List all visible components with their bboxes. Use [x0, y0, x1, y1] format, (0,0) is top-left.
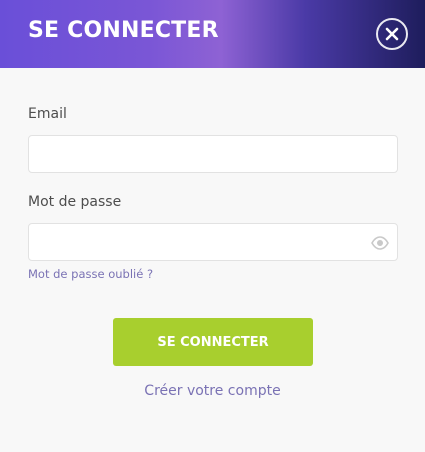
- eye-icon[interactable]: [371, 235, 389, 251]
- modal-header: SE CONNECTER: [0, 0, 425, 68]
- email-label: Email: [28, 106, 67, 122]
- login-modal: SE CONNECTER Email Mot de passe Mot de p…: [0, 0, 425, 452]
- password-input[interactable]: [29, 224, 397, 260]
- email-input[interactable]: [29, 136, 397, 172]
- password-label: Mot de passe: [28, 194, 122, 210]
- forgot-password-link[interactable]: Mot de passe oublié ?: [28, 267, 153, 281]
- close-button[interactable]: [376, 18, 408, 50]
- password-field-wrapper: [28, 223, 398, 261]
- close-icon: [385, 27, 399, 41]
- submit-button[interactable]: SE CONNECTER: [113, 318, 313, 366]
- modal-title: SE CONNECTER: [28, 18, 219, 43]
- email-field-wrapper: [28, 135, 398, 173]
- create-account-link[interactable]: Créer votre compte: [0, 383, 425, 399]
